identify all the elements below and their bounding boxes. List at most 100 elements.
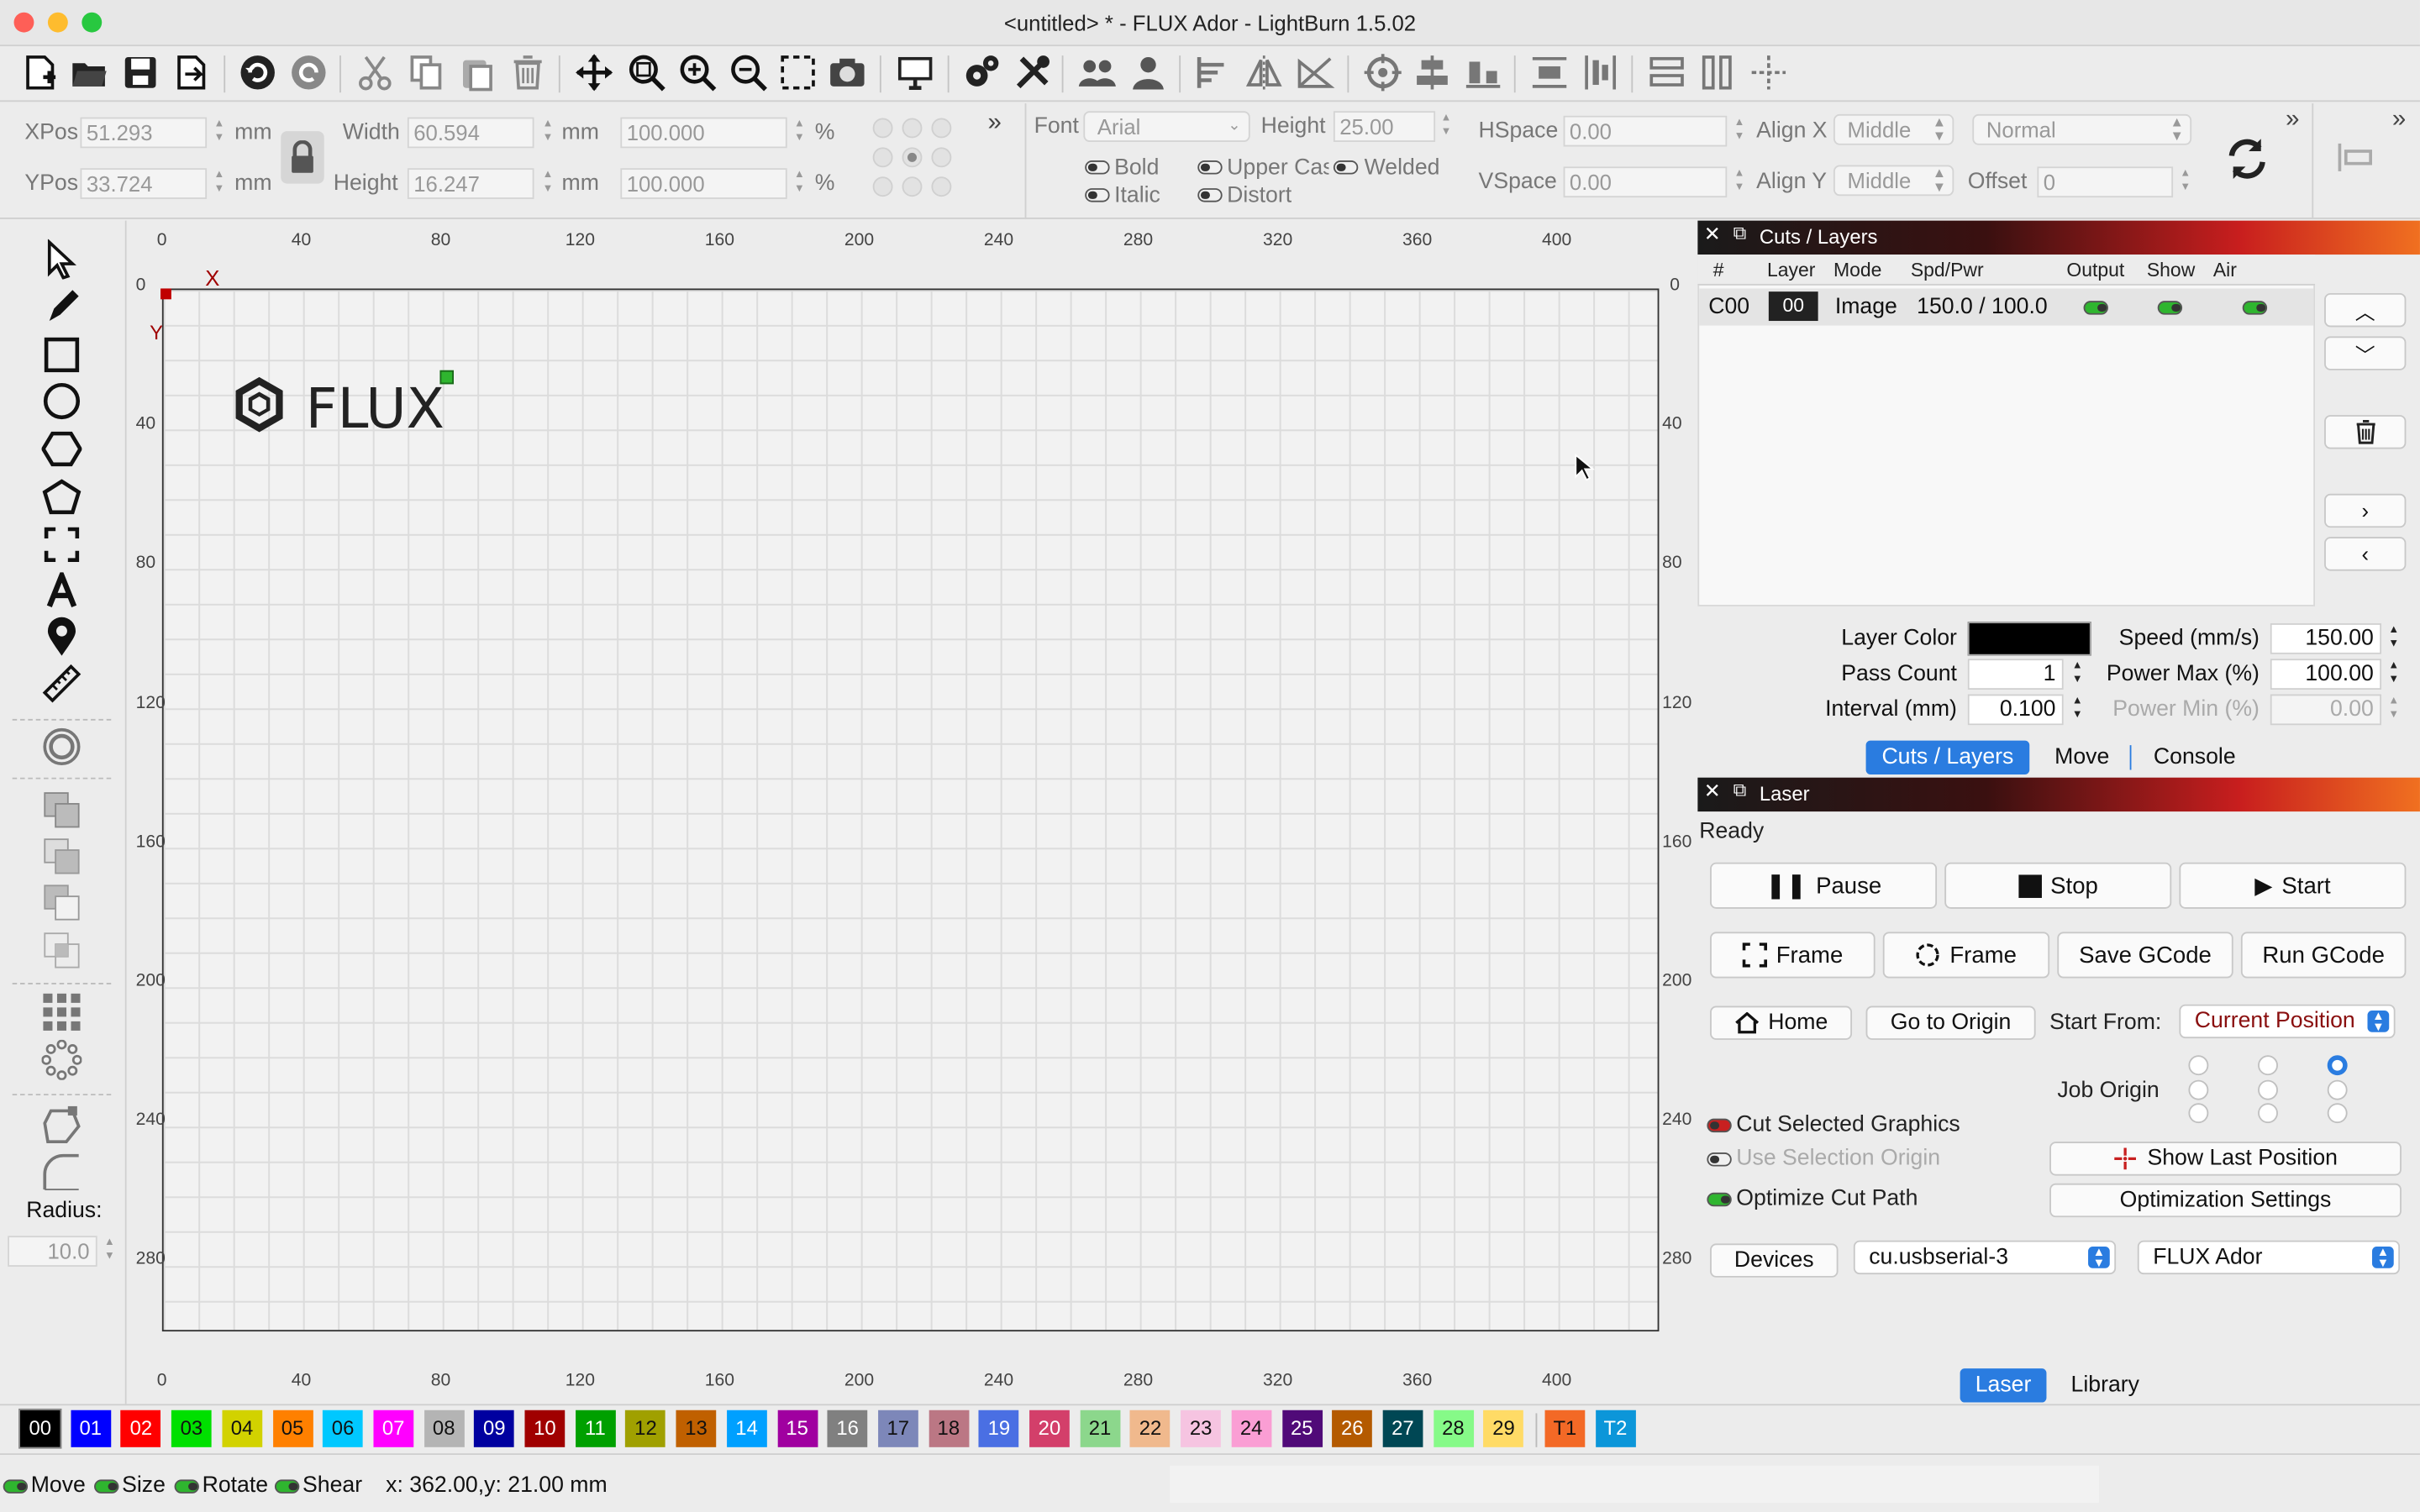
- copy-icon[interactable]: [404, 51, 447, 94]
- cut-selected-toggle[interactable]: [1707, 1118, 1732, 1133]
- polygon-tool-icon[interactable]: [39, 428, 85, 470]
- job-origin-middle-right[interactable]: [2327, 1079, 2348, 1100]
- align-icon[interactable]: [1192, 51, 1234, 94]
- speed-input[interactable]: 150.00: [2270, 623, 2382, 654]
- offset-stepper[interactable]: ▲ ▼: [2178, 166, 2193, 197]
- job-origin-bottom-left[interactable]: [2188, 1103, 2209, 1124]
- monitor-icon[interactable]: [893, 51, 936, 94]
- hspace-stepper[interactable]: ▲ ▼: [1732, 116, 1747, 147]
- vspace-input[interactable]: 0.00: [1563, 166, 1728, 198]
- interval-input[interactable]: 0.100: [1967, 694, 2064, 726]
- select-tool-icon[interactable]: [39, 238, 85, 281]
- position-target-icon[interactable]: [1361, 51, 1404, 94]
- offset-shapes-icon[interactable]: [39, 725, 85, 768]
- xpos-stepper[interactable]: ▲ ▼: [212, 118, 227, 149]
- scale-x-input[interactable]: 100.000: [620, 117, 787, 149]
- minimize-window-icon[interactable]: [47, 12, 68, 33]
- distribute-horizontal-icon[interactable]: [1528, 51, 1570, 94]
- home-button[interactable]: Home: [1710, 1005, 1853, 1040]
- radius-input[interactable]: 10.0: [8, 1236, 97, 1267]
- ypos-stepper[interactable]: ▲ ▼: [212, 168, 227, 199]
- maximize-window-icon[interactable]: [82, 12, 103, 33]
- paste-icon[interactable]: [455, 51, 498, 94]
- height-input[interactable]: 16.247: [407, 168, 534, 199]
- row-output-toggle[interactable]: [2083, 301, 2108, 315]
- font-height-input[interactable]: 25.00: [1333, 111, 1436, 142]
- new-file-icon[interactable]: [18, 51, 61, 94]
- palette-swatch-14[interactable]: 14: [726, 1410, 767, 1447]
- rectangle-tool-icon[interactable]: [39, 333, 85, 376]
- undo-icon[interactable]: [236, 51, 279, 94]
- device-select[interactable]: FLUX Ador ▲ ▼: [2137, 1240, 2401, 1275]
- mirror-vertical-icon[interactable]: [1293, 51, 1336, 94]
- same-width-icon[interactable]: [1645, 51, 1688, 94]
- scale-y-stepper[interactable]: ▲ ▼: [792, 168, 807, 199]
- palette-swatch-09[interactable]: 09: [474, 1410, 515, 1447]
- expand-chevron-icon[interactable]: »: [2392, 107, 2406, 134]
- width-input[interactable]: 60.594: [407, 117, 534, 149]
- anchor-point-grid[interactable]: [871, 118, 954, 201]
- palette-swatch-12[interactable]: 12: [625, 1410, 666, 1447]
- optimize-cut-path-toggle[interactable]: [1707, 1192, 1732, 1207]
- collapse-panel-button[interactable]: ‹: [2324, 537, 2407, 571]
- frame-tool-icon[interactable]: [39, 523, 85, 566]
- text-mode-select[interactable]: Normal ▲ ▼: [1972, 113, 2192, 145]
- boolean-union-icon[interactable]: [39, 835, 85, 878]
- row-air-toggle[interactable]: [2242, 301, 2268, 315]
- palette-swatch-05[interactable]: 05: [272, 1410, 313, 1447]
- palette-swatch-07[interactable]: 07: [373, 1410, 414, 1447]
- group-icon[interactable]: [1076, 51, 1118, 94]
- frame-circle-button[interactable]: Frame: [1882, 932, 2050, 979]
- palette-swatch-06[interactable]: 06: [323, 1410, 363, 1447]
- measure-tool-icon[interactable]: [39, 662, 85, 705]
- zoom-out-icon[interactable]: [727, 51, 770, 94]
- palette-swatch-t1[interactable]: T1: [1544, 1410, 1586, 1447]
- ellipse-tool-icon[interactable]: [39, 380, 85, 423]
- palette-swatch-16[interactable]: 16: [827, 1410, 868, 1447]
- close-panel-icon[interactable]: ✕: [1704, 222, 1721, 246]
- tools-icon[interactable]: [1011, 51, 1054, 94]
- settings-gear-icon[interactable]: [960, 51, 1002, 94]
- job-origin-bottom-center[interactable]: [2258, 1103, 2278, 1124]
- job-origin-top-left[interactable]: [2188, 1055, 2209, 1076]
- welded-toggle[interactable]: [1333, 160, 1359, 175]
- palette-swatch-21[interactable]: 21: [1080, 1410, 1120, 1447]
- selection-handle[interactable]: [439, 370, 454, 385]
- ypos-input[interactable]: 33.724: [80, 168, 208, 199]
- offset-input[interactable]: 0: [2037, 166, 2174, 198]
- delete-icon[interactable]: [506, 51, 549, 94]
- interval-stepper[interactable]: ▲ ▼: [2070, 695, 2085, 726]
- float-panel-icon[interactable]: ⧉: [1733, 222, 1747, 245]
- palette-swatch-02[interactable]: 02: [120, 1410, 161, 1447]
- tab-laser[interactable]: Laser: [1960, 1368, 2047, 1403]
- shear-toggle[interactable]: [274, 1479, 300, 1494]
- export-icon[interactable]: [170, 51, 213, 94]
- workspace-grid[interactable]: [161, 288, 1660, 1332]
- palette-swatch-20[interactable]: 20: [1029, 1410, 1070, 1447]
- position-marker-tool-icon[interactable]: [39, 616, 85, 659]
- palette-swatch-15[interactable]: 15: [776, 1410, 818, 1447]
- xpos-input[interactable]: 51.293: [80, 117, 208, 149]
- node-edit-icon[interactable]: [39, 1103, 85, 1146]
- tab-move[interactable]: Move: [2036, 741, 2128, 774]
- corner-radius-icon[interactable]: [39, 1151, 85, 1194]
- boolean-intersection-icon[interactable]: [39, 929, 85, 972]
- upper-case-toggle[interactable]: [1197, 160, 1223, 175]
- expand-panel-button[interactable]: ›: [2324, 493, 2407, 528]
- close-window-icon[interactable]: [13, 12, 34, 33]
- rotate-refresh-icon[interactable]: [2223, 134, 2272, 184]
- power-max-input[interactable]: 100.00: [2270, 659, 2382, 690]
- align-y-select[interactable]: Middle ▲ ▼: [1833, 165, 1954, 197]
- start-button[interactable]: ▶ Start: [2179, 862, 2407, 909]
- job-origin-middle-left[interactable]: [2188, 1079, 2209, 1100]
- palette-swatch-04[interactable]: 04: [222, 1410, 262, 1447]
- palette-swatch-01[interactable]: 01: [70, 1410, 111, 1447]
- align-bottom-icon[interactable]: [1461, 51, 1504, 94]
- scale-y-input[interactable]: 100.000: [620, 168, 787, 199]
- mirror-horizontal-icon[interactable]: [1243, 51, 1286, 94]
- frame-rect-button[interactable]: Frame: [1710, 932, 1876, 979]
- zoom-fit-icon[interactable]: [625, 51, 668, 94]
- palette-swatch-23[interactable]: 23: [1181, 1410, 1222, 1447]
- vspace-stepper[interactable]: ▲ ▼: [1732, 166, 1747, 197]
- palette-swatch-29[interactable]: 29: [1483, 1410, 1524, 1447]
